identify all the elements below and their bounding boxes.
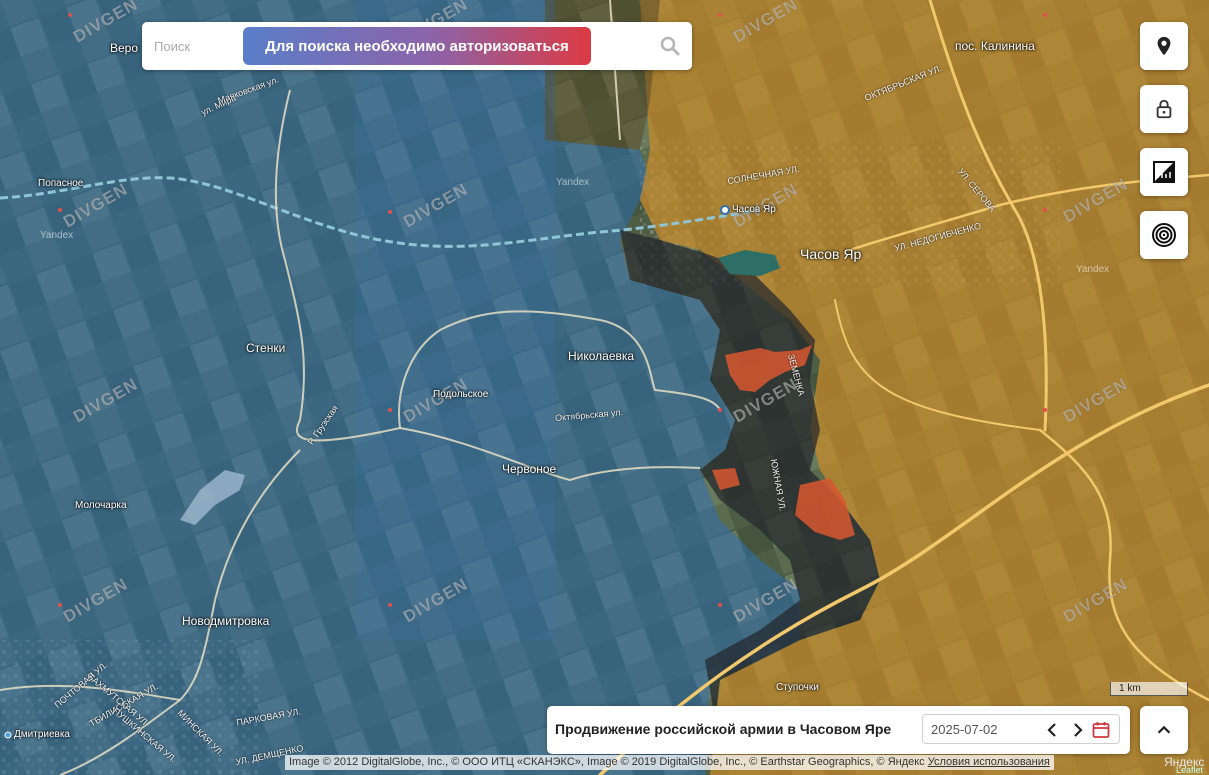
terms-link[interactable]: Условия использования — [928, 756, 1050, 768]
lock-icon — [1156, 99, 1172, 119]
lock-button[interactable] — [1140, 85, 1188, 133]
attribution-text: Image © 2012 DigitalGlobe, Inc., © ООО И… — [289, 756, 925, 768]
place-label: Подольское — [433, 389, 489, 400]
place-label: Молочарка — [75, 500, 127, 511]
satellite-map[interactable] — [0, 0, 1209, 775]
layers-button[interactable] — [1140, 211, 1188, 259]
yandex-tile-mark: Yandex — [556, 177, 590, 188]
map-attribution: Image © 2012 DigitalGlobe, Inc., © ООО И… — [285, 755, 1054, 770]
date-picker[interactable]: 2025-07-02 — [922, 714, 1120, 744]
yandex-tile-mark: Yandex — [1076, 264, 1110, 275]
measure-button[interactable] — [1140, 148, 1188, 196]
place-label: Часов Яр — [800, 246, 862, 262]
place-label: Новодмитровка — [182, 614, 270, 628]
chasov-yar-marker — [720, 205, 730, 215]
chevron-up-icon — [1157, 725, 1171, 734]
auth-required-banner[interactable]: Для поиска необходимо авторизоваться — [243, 27, 591, 65]
place-label: Николаевка — [568, 349, 635, 363]
calendar-icon[interactable] — [1091, 720, 1111, 740]
ruler-icon — [1153, 161, 1175, 183]
search-icon[interactable] — [660, 36, 680, 56]
scale-bar: 1 km — [1110, 682, 1188, 696]
chevron-right-icon[interactable] — [1067, 720, 1087, 740]
place-label: Часов Яр — [732, 204, 776, 215]
place-label: Попасное — [38, 178, 84, 189]
collapse-button[interactable] — [1140, 706, 1188, 754]
search-bar: Для поиска необходимо авторизоваться — [142, 22, 692, 70]
dmitrievka-marker — [4, 731, 12, 739]
timeline-panel: Продвижение российской армии в Часовом Я… — [547, 706, 1130, 754]
map-pin-icon — [1157, 36, 1171, 56]
place-label: Дмитриевка — [14, 729, 70, 740]
place-label: Ступочки — [776, 682, 819, 693]
place-label: пос. Калинина — [955, 39, 1035, 53]
search-input[interactable] — [152, 35, 246, 57]
leaflet-link[interactable]: Leaflet — [1176, 765, 1203, 775]
yandex-tile-mark: Yandex — [40, 230, 74, 241]
place-label: Червоное — [502, 462, 557, 476]
chevron-left-icon[interactable] — [1043, 720, 1063, 740]
ukraine-zone-band — [355, 0, 555, 640]
place-label: Стенки — [246, 341, 286, 355]
target-icon — [1152, 223, 1176, 247]
locate-button[interactable] — [1140, 22, 1188, 70]
panel-title: Продвижение российской армии в Часовом Я… — [555, 721, 892, 737]
date-value[interactable]: 2025-07-02 — [931, 722, 998, 737]
place-label: Веро — [110, 41, 139, 55]
